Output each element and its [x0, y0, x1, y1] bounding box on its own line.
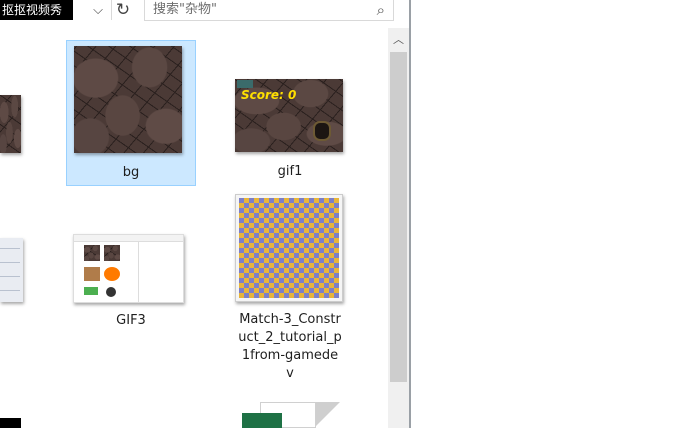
- game-hud-icon: [237, 80, 253, 88]
- search-placeholder: 搜索"杂物": [153, 2, 217, 17]
- file-name-label: GIF3: [116, 313, 146, 328]
- file-name-label: Match-3_Constr uct_2_tutorial_p 1from-ga…: [238, 312, 342, 381]
- file-item-bg[interactable]: bg: [66, 40, 196, 186]
- file-thumbnail: [73, 234, 184, 303]
- file-thumbnail: Score: 0: [235, 79, 343, 152]
- search-input[interactable]: 搜索"杂物" ⌕: [144, 0, 394, 21]
- file-item-gif1[interactable]: Score: 0 gif1: [225, 40, 355, 186]
- file-thumbnail-partial[interactable]: [0, 95, 21, 153]
- window-divider: [409, 0, 411, 428]
- file-item-match3[interactable]: Match-3_Constr uct_2_tutorial_p 1from-ga…: [225, 190, 355, 390]
- scrollbar-thumb[interactable]: [390, 52, 407, 382]
- file-item-spreadsheet[interactable]: [242, 402, 344, 428]
- address-dropdown-chevron-icon[interactable]: ⌵: [88, 0, 108, 20]
- file-thumbnail: [235, 194, 343, 302]
- file-item-gif3[interactable]: GIF3: [66, 228, 196, 338]
- refresh-icon: ↻: [115, 0, 131, 20]
- search-icon[interactable]: ⌕: [377, 1, 385, 19]
- folder-title-label: 抠抠视频秀: [0, 0, 73, 20]
- chevron-up-icon: ︿: [393, 33, 404, 46]
- excel-icon: [242, 413, 282, 428]
- file-name-label: bg: [122, 165, 140, 180]
- score-text: Score: 0: [241, 88, 297, 102]
- file-thumbnail-partial[interactable]: [0, 238, 23, 302]
- file-thumbnail-partial[interactable]: [0, 418, 21, 428]
- file-name-label: gif1: [277, 164, 303, 179]
- game-character-icon: [315, 123, 329, 139]
- file-thumbnail: [74, 46, 182, 153]
- refresh-button[interactable]: ↻: [111, 0, 134, 20]
- scroll-up-button[interactable]: ︿: [388, 28, 409, 50]
- vertical-scrollbar[interactable]: ︿: [388, 28, 409, 428]
